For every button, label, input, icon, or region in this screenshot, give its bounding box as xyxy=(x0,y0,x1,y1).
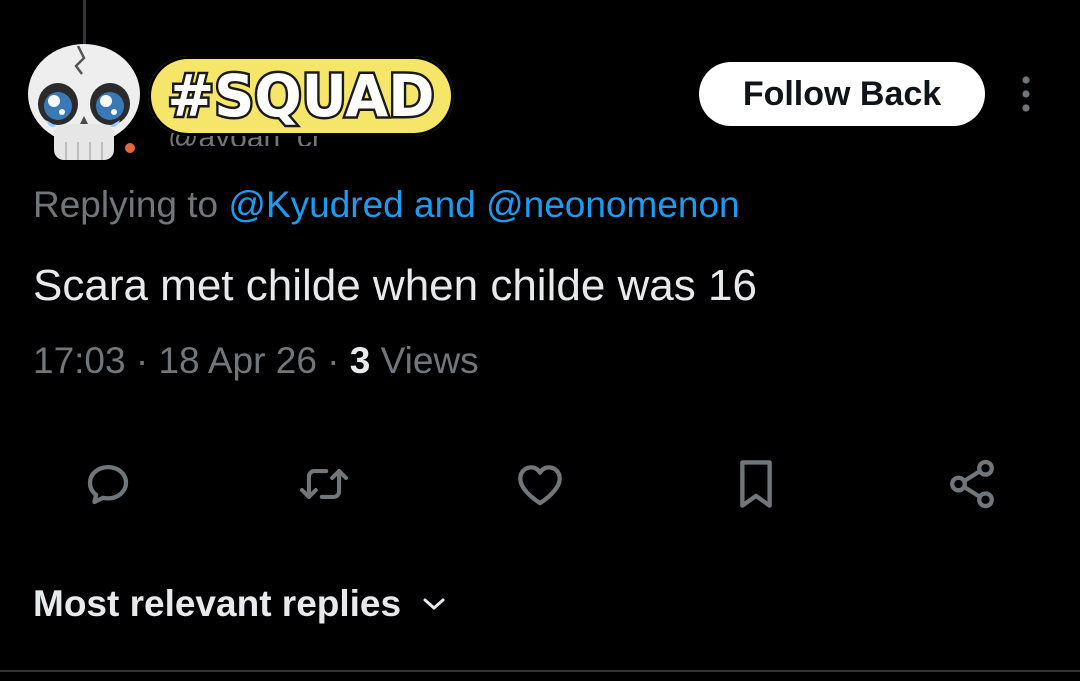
tweet-meta: 17:03 · 18 Apr 26 · 3 Views xyxy=(33,340,479,382)
views-label: Views xyxy=(380,340,479,381)
retweet-icon xyxy=(299,469,349,499)
display-name: #SQUAD xyxy=(165,62,437,130)
bookmark-icon xyxy=(740,460,772,508)
reply-button[interactable] xyxy=(80,456,136,512)
skull-avatar-icon[interactable] xyxy=(24,42,144,164)
share-icon xyxy=(950,459,994,509)
replying-to-prefix: Replying to xyxy=(33,184,219,225)
more-vertical-icon[interactable] xyxy=(1008,72,1044,116)
share-button[interactable] xyxy=(944,456,1000,512)
meta-separator: · xyxy=(135,340,159,381)
meta-separator: · xyxy=(327,340,350,381)
reply-icon xyxy=(87,464,129,505)
section-divider xyxy=(0,670,1080,672)
display-name-badge[interactable]: #SQUAD xyxy=(148,56,455,136)
tweet-action-bar xyxy=(0,456,1080,516)
tweet-text: Scara met childe when childe was 16 xyxy=(33,261,757,310)
tweet-time[interactable]: 17:03 xyxy=(33,340,126,381)
like-icon xyxy=(518,465,562,506)
follow-back-button[interactable]: Follow Back xyxy=(699,62,985,126)
like-button[interactable] xyxy=(512,456,568,512)
bookmark-button[interactable] xyxy=(728,456,784,512)
thread-connector-line xyxy=(83,0,86,44)
reply-mentions-link[interactable]: @Kyudred and @neonomenon xyxy=(228,184,739,225)
replies-sort-label: Most relevant replies xyxy=(33,583,402,624)
chevron-down-icon xyxy=(421,595,447,613)
replying-to-line: Replying to @Kyudred and @neonomenon xyxy=(33,184,740,226)
retweet-button[interactable] xyxy=(296,456,352,512)
replies-sort-dropdown[interactable]: Most relevant replies xyxy=(33,583,447,625)
views-count: 3 xyxy=(349,340,371,381)
tweet-detail-view: @ayoan_cr #SQUAD Follow Back Replying to… xyxy=(0,0,1080,681)
tweet-date[interactable]: 18 Apr 26 xyxy=(158,340,316,381)
